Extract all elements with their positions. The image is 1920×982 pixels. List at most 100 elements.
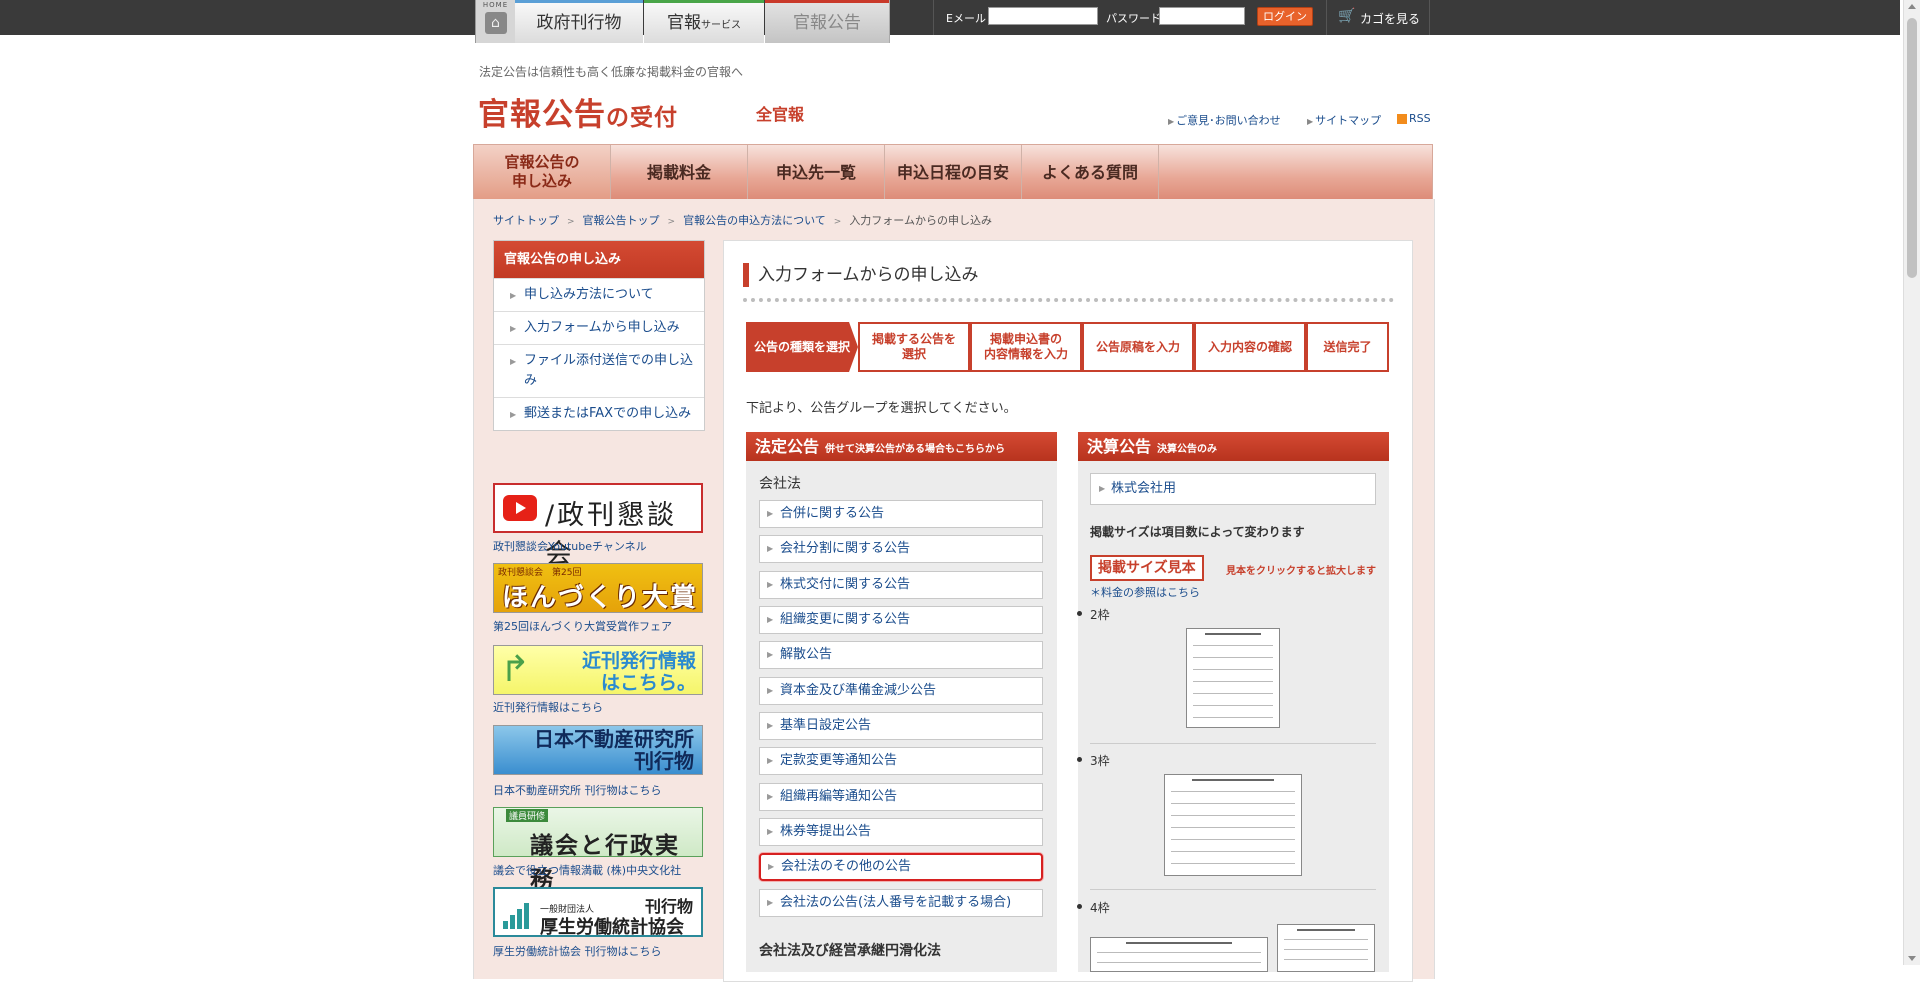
- column-heading: 法定公告 併せて決算公告がある場合もこちらから: [746, 432, 1057, 461]
- bullet-icon: [1077, 757, 1082, 762]
- tab-accent-bar: [765, 0, 889, 3]
- nav-schedule[interactable]: 申込日程の目安: [885, 145, 1022, 199]
- arrow-icon: ▶: [767, 898, 774, 907]
- tab-label: 政府刊行物: [536, 13, 622, 33]
- banner-upcoming[interactable]: ↱ 近刊発行情報 はこちら。: [493, 645, 703, 695]
- frame-label-2: 2枠: [1077, 606, 1110, 623]
- notice-button-label: 株式交付に関する公告: [780, 577, 911, 592]
- tab-government-publications[interactable]: 政府刊行物: [515, 0, 643, 43]
- step-label: 送信完了: [1323, 339, 1372, 354]
- notice-certificate-button[interactable]: ▶ 株券等提出公告: [759, 818, 1043, 846]
- sidebar-item-file[interactable]: ▶ ファイル添付送信での申し込み: [494, 344, 704, 397]
- arrow-icon: ▶: [767, 686, 774, 695]
- notice-dissolution-button[interactable]: ▶ 解散公告: [759, 641, 1043, 669]
- sitemap-link[interactable]: ▶ サイトマップ: [1307, 112, 1381, 128]
- nav-label: 官報公告の 申し込み: [504, 153, 580, 190]
- sample-thumbnail-2[interactable]: [1186, 628, 1280, 728]
- home-button[interactable]: HOME ⌂: [475, 0, 515, 43]
- step-label: 掲載申込書の 内容情報を入力: [983, 332, 1068, 361]
- banner-youtube[interactable]: /政刊懇談会: [493, 483, 703, 570]
- step-label: 掲載する公告を 選択: [871, 332, 956, 361]
- sidebar-item-form[interactable]: ▶ 入力フォームから申し込み: [494, 311, 704, 344]
- sidebar-item-label: 入力フォームから申し込み: [524, 320, 680, 335]
- scroll-thumb[interactable]: [1907, 18, 1917, 278]
- tagline: 法定公告は信頼性も高く低廉な掲載料金の官報へ: [479, 65, 744, 79]
- notice-org-change-button[interactable]: ▶ 組織変更に関する公告: [759, 606, 1043, 634]
- link-label: RSS: [1409, 112, 1431, 125]
- tab-kanpo-notice[interactable]: 官報公告: [765, 0, 890, 43]
- banner-text: ほんづくり大賞: [502, 583, 699, 613]
- frame-label-4: 4枠: [1077, 899, 1110, 916]
- notice-button-label: 解散公告: [780, 647, 833, 662]
- notice-articles-change-button[interactable]: ▶ 定款変更等通知公告: [759, 747, 1043, 775]
- nav-label: 申込先一覧: [775, 162, 856, 182]
- notice-button-label: 株券等提出公告: [780, 824, 872, 839]
- arrow-icon: ▶: [767, 721, 774, 730]
- home-icon: ⌂: [484, 12, 507, 34]
- site-logo[interactable]: 官報公告の受付: [478, 89, 678, 134]
- arrow-icon: ▶: [767, 792, 774, 801]
- nav-apply[interactable]: 官報公告の 申し込み: [474, 145, 611, 199]
- banner-caption[interactable]: 日本不動産研究所 刊行物はこちら: [493, 782, 662, 798]
- column-heading: 決算公告 決算公告のみ: [1078, 432, 1389, 461]
- email-field[interactable]: [988, 7, 1098, 25]
- frame-label-text: 4枠: [1090, 901, 1110, 915]
- breadcrumb-link[interactable]: サイトトップ: [493, 214, 559, 227]
- breadcrumb-link[interactable]: 官報公告の申込方法について: [683, 214, 826, 227]
- size-sample-label: 掲載サイズ見本: [1090, 555, 1204, 581]
- banner-assembly[interactable]: 議員研修 議会と行政実務: [493, 807, 703, 893]
- main-nav: 官報公告の 申し込み 掲載料金 申込先一覧 申込日程の目安 よくある質問: [473, 144, 1433, 200]
- notice-reorganization-button[interactable]: ▶ 組織再編等通知公告: [759, 783, 1043, 811]
- password-field[interactable]: [1159, 7, 1245, 25]
- nav-fees[interactable]: 掲載料金: [611, 145, 748, 199]
- tab-kanpo-service[interactable]: 官報サービス: [644, 0, 764, 43]
- nav-label: 申込日程の目安: [896, 162, 1009, 182]
- bullet-icon: [1077, 611, 1082, 616]
- fee-reference-link[interactable]: ＊料金の参照はこちら: [1090, 584, 1200, 600]
- sample-thumbnail-3[interactable]: [1164, 774, 1302, 876]
- breadcrumb-link[interactable]: 官報公告トップ: [583, 214, 660, 227]
- notice-split-button[interactable]: ▶ 会社分割に関する公告: [759, 535, 1043, 563]
- step-5: 入力内容の確認: [1194, 322, 1306, 372]
- breadcrumb-separator-icon: >: [667, 217, 676, 227]
- notice-record-date-button[interactable]: ▶ 基準日設定公告: [759, 712, 1043, 740]
- notice-capital-reduction-button[interactable]: ▶ 資本金及び準備金減少公告: [759, 677, 1043, 705]
- notice-button-label: 組織変更に関する公告: [780, 612, 911, 627]
- banner-caption[interactable]: 近刊発行情報はこちら: [493, 699, 603, 715]
- cart-button[interactable]: 🛒 カゴを見る: [1328, 0, 1430, 35]
- notice-corporate-number-button[interactable]: ▶ 会社法の公告(法人番号を記載する場合): [759, 889, 1043, 917]
- login-button[interactable]: ログイン: [1257, 7, 1313, 26]
- bar-chart-icon: [503, 903, 531, 929]
- stock-company-button[interactable]: ▶ 株式会社用: [1090, 473, 1376, 505]
- breadcrumb-current: 入力フォームからの申し込み: [849, 214, 992, 227]
- banner-caption[interactable]: 厚生労働統計協会 刊行物はこちら: [493, 943, 662, 959]
- page-title: 入力フォームからの申し込み: [743, 263, 979, 287]
- banner-caption[interactable]: 議会で役立つ情報満載 (株)中央文化社: [493, 862, 681, 878]
- sample-thumbnail-4a[interactable]: [1090, 937, 1268, 972]
- sidebar-title[interactable]: 官報公告の申し込み: [494, 241, 704, 278]
- banner-health-stats[interactable]: 刊行物 一般財団法人 厚生労働統計協会: [493, 887, 703, 938]
- sidebar-item-method[interactable]: ▶ 申し込み方法について: [494, 278, 704, 311]
- notice-merger-button[interactable]: ▶ 合併に関する公告: [759, 500, 1043, 528]
- nav-destinations[interactable]: 申込先一覧: [748, 145, 885, 199]
- notice-other-button[interactable]: ▶ 会社法のその他の公告: [759, 853, 1043, 881]
- banner-caption[interactable]: 政刊懇談会Youtubeチャンネル: [493, 538, 647, 554]
- step-6: 送信完了: [1306, 322, 1389, 372]
- arrow-icon: ▶: [767, 544, 774, 553]
- brand-name[interactable]: 全官報: [756, 101, 804, 125]
- scroll-up-icon[interactable]: [1908, 4, 1916, 9]
- logo-main: 官報公告: [478, 97, 606, 133]
- page-scrollbar[interactable]: [1903, 0, 1920, 965]
- notice-share-delivery-button[interactable]: ▶ 株式交付に関する公告: [759, 571, 1043, 599]
- contact-link[interactable]: ▶ ご意見･お問い合わせ: [1168, 112, 1281, 128]
- banner-book-award[interactable]: 政刊懇談会 第25回 ほんづくり大賞: [493, 563, 703, 613]
- step-2: 掲載する公告を 選択: [858, 322, 970, 372]
- breadcrumb-separator-icon: >: [567, 217, 575, 227]
- scroll-down-icon[interactable]: [1908, 956, 1916, 961]
- nav-faq[interactable]: よくある質問: [1022, 145, 1159, 199]
- banner-real-estate[interactable]: 日本不動産研究所 刊行物: [493, 725, 703, 775]
- banner-caption[interactable]: 第25回ほんづくり大賞受賞作フェア: [493, 618, 672, 634]
- rss-link[interactable]: RSS: [1397, 112, 1431, 125]
- sidebar-item-mail-fax[interactable]: ▶ 郵送またはFAXでの申し込み: [494, 397, 704, 430]
- tab-accent-bar: [644, 0, 764, 3]
